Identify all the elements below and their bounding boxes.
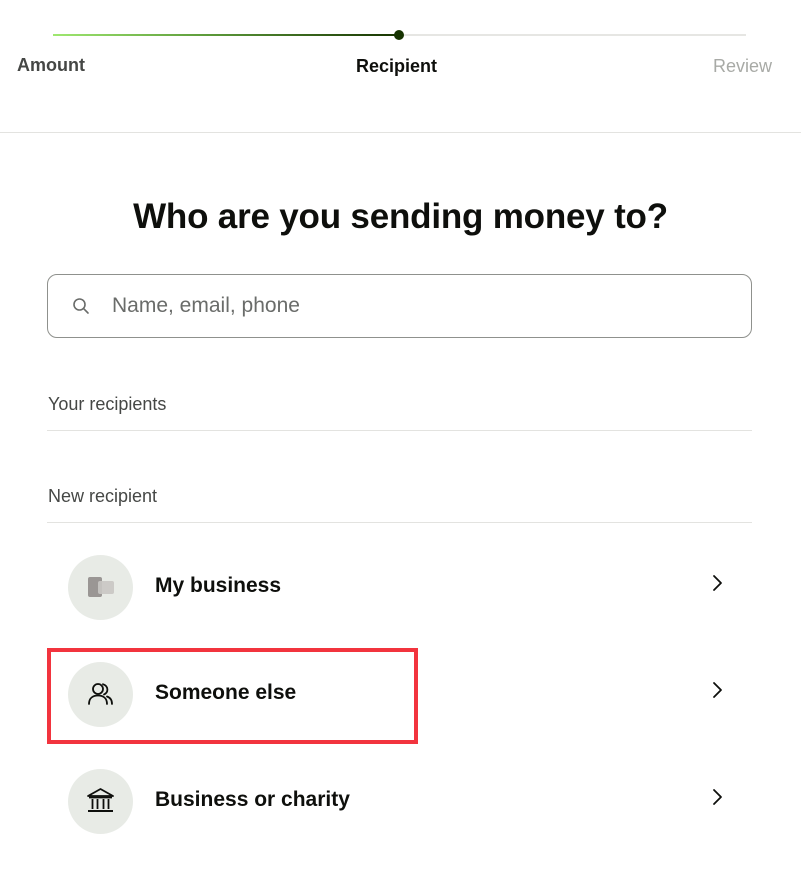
current-step-dot [394,30,404,40]
chevron-right-icon [713,682,722,698]
divider [47,522,752,523]
step-review: Review [713,56,773,76]
search-input[interactable] [112,283,732,329]
progress-track-remaining [399,34,746,36]
option-my-business[interactable]: My business [47,542,752,632]
progress-stepper: Amount Recipient Review [0,0,801,133]
new-recipient-heading: New recipient [48,486,158,506]
step-amount[interactable]: Amount [17,55,85,76]
send-money-page: Amount Recipient Review Who are you send… [0,0,801,876]
chevron-right-icon [713,789,722,805]
your-recipients-heading: Your recipients [48,394,167,414]
page-title: Who are you sending money to? [133,197,668,236]
business-logo-icon [88,577,115,597]
option-someone-else[interactable]: Someone else [47,649,752,739]
people-icon [88,683,113,705]
option-business-or-charity[interactable]: Business or charity [47,756,752,846]
step-recipient: Recipient [356,56,438,76]
option-label: Someone else [155,681,297,704]
chevron-right-icon [713,575,722,591]
search-icon [73,298,89,314]
divider [47,430,752,431]
option-label: Business or charity [155,788,350,811]
bank-icon [87,788,114,812]
avatar [68,769,133,834]
option-label: My business [155,574,282,597]
search-box[interactable] [47,274,752,338]
progress-track-completed [53,34,399,36]
avatar [68,555,133,620]
avatar [68,662,133,727]
